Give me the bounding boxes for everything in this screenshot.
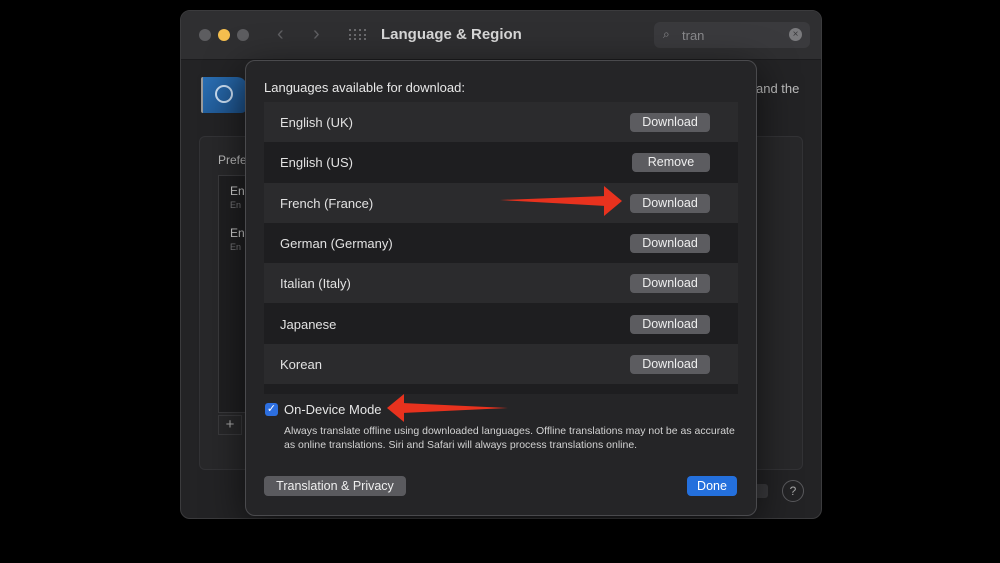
minimize-window-button[interactable] — [218, 29, 230, 41]
language-name: Korean — [280, 357, 322, 372]
search-field[interactable]: ⌕ tran × — [654, 22, 810, 48]
language-name: Japanese — [280, 317, 337, 332]
language-row: German (Germany) Download — [264, 223, 738, 263]
remove-button[interactable]: Remove — [632, 153, 710, 172]
preferred-language-name: En — [230, 226, 245, 240]
language-row: English (UK) Download — [264, 102, 738, 142]
download-button[interactable]: Download — [630, 274, 710, 293]
language-row-partial — [264, 384, 738, 394]
help-button[interactable]: ? — [782, 480, 804, 502]
on-device-mode-label[interactable]: On-Device Mode — [284, 402, 382, 417]
translation-privacy-button[interactable]: Translation & Privacy — [264, 476, 406, 496]
download-button[interactable]: Download — [630, 355, 710, 374]
add-language-button[interactable]: + — [218, 415, 242, 435]
on-device-mode-description: Always translate offline using downloade… — [284, 425, 735, 451]
languages-list[interactable]: English (UK) Download English (US) Remov… — [264, 102, 738, 394]
language-name: French (France) — [280, 196, 374, 211]
language-row: Korean Download — [264, 344, 738, 384]
language-row: French (France) Download — [264, 183, 738, 223]
language-name: German (Germany) — [280, 236, 393, 251]
globe-flag-icon — [201, 77, 247, 113]
language-name: Italian (Italy) — [280, 276, 351, 291]
sheet-heading: Languages available for download: — [264, 80, 465, 95]
preferred-language-sub: En — [230, 242, 242, 252]
window-title: Language & Region — [381, 26, 522, 43]
search-input[interactable]: tran — [682, 28, 704, 43]
zoom-window-button[interactable] — [237, 29, 249, 41]
show-all-grid-icon[interactable] — [349, 29, 366, 41]
language-name: English (UK) — [280, 115, 353, 130]
search-icon: ⌕ — [663, 27, 670, 41]
title-bar: ‹ › Language & Region ⌕ tran × — [181, 11, 821, 60]
download-button[interactable]: Download — [630, 194, 710, 213]
preferred-language-name: En — [230, 184, 245, 198]
clear-search-icon[interactable]: × — [789, 28, 802, 41]
background-description-text: and the — [756, 81, 800, 96]
preferred-language-sub: En — [230, 200, 242, 210]
on-device-mode-checkbox[interactable]: ✓ — [265, 403, 278, 416]
language-name: English (US) — [280, 155, 353, 170]
language-row: English (US) Remove — [264, 142, 738, 182]
download-button[interactable]: Download — [630, 315, 710, 334]
close-window-button[interactable] — [199, 29, 211, 41]
back-arrow-icon[interactable]: ‹ — [277, 23, 284, 46]
forward-arrow-icon[interactable]: › — [313, 23, 320, 46]
language-row: Italian (Italy) Download — [264, 263, 738, 303]
languages-download-sheet: Languages available for download: Englis… — [245, 60, 757, 516]
done-button[interactable]: Done — [687, 476, 737, 496]
preferred-languages-label: Prefe — [218, 153, 247, 167]
language-row: Japanese Download — [264, 304, 738, 344]
download-button[interactable]: Download — [630, 234, 710, 253]
download-button[interactable]: Download — [630, 113, 710, 132]
